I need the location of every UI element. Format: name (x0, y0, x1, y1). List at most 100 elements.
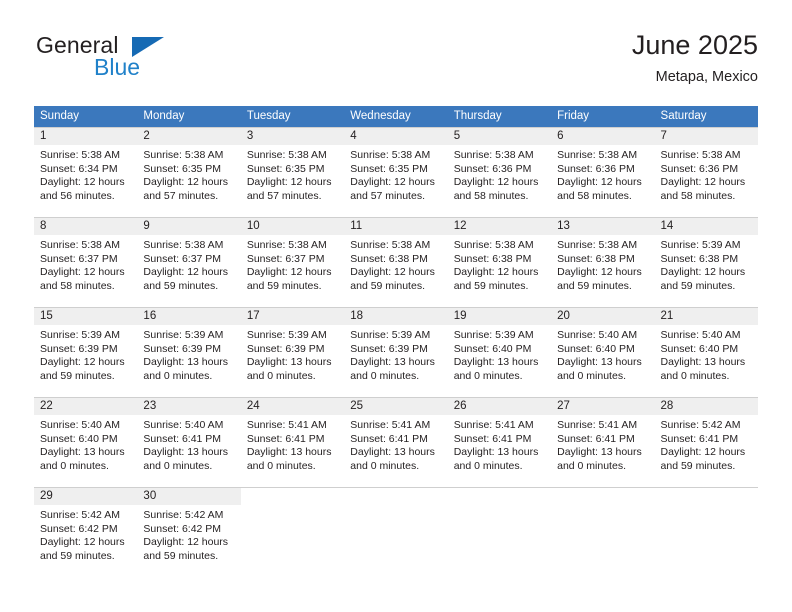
day-cell[interactable]: 28 Sunrise: 5:42 AM Sunset: 6:41 PM Dayligh… (654, 398, 758, 480)
daylight-text-line2: and 56 minutes. (40, 189, 115, 202)
sunrise-text: Sunrise: 5:38 AM (246, 239, 327, 251)
day-cell[interactable]: 4 Sunrise: 5:38 AM Sunset: 6:35 PM Daylight… (344, 128, 448, 210)
sunrise-text: Sunrise: 5:41 AM (557, 419, 638, 431)
day-number: 29 (34, 488, 138, 505)
daylight-text-line2: and 0 minutes. (557, 459, 626, 472)
day-cell[interactable]: 17 Sunrise: 5:39 AM Sunset: 6:39 PM Dayligh… (240, 308, 345, 390)
sunrise-text: Sunrise: 5:38 AM (557, 149, 638, 161)
day-cell[interactable]: 6 Sunrise: 5:38 AM Sunset: 6:36 PM Daylight… (551, 128, 655, 210)
weekday-header-wednesday: Wednesday (350, 110, 411, 122)
day-cell[interactable]: 11 Sunrise: 5:38 AM Sunset: 6:38 PM Dayligh… (344, 218, 448, 300)
day-cell[interactable]: 2 Sunrise: 5:38 AM Sunset: 6:35 PM Daylight… (137, 128, 241, 210)
day-details: Sunrise: 5:42 AM Sunset: 6:42 PM Daylight:… (137, 505, 240, 563)
day-details (551, 505, 654, 509)
day-cell[interactable]: 20 Sunrise: 5:40 AM Sunset: 6:40 PM Dayligh… (551, 308, 655, 390)
day-details: Sunrise: 5:38 AM Sunset: 6:37 PM Daylight:… (137, 235, 240, 293)
sunrise-text: Sunrise: 5:38 AM (660, 149, 741, 161)
day-cell[interactable]: 9 Sunrise: 5:38 AM Sunset: 6:37 PM Daylight… (137, 218, 241, 300)
day-cell[interactable]: 15 Sunrise: 5:39 AM Sunset: 6:39 PM Dayligh… (34, 308, 138, 390)
day-cell[interactable]: 14 Sunrise: 5:39 AM Sunset: 6:38 PM Dayligh… (654, 218, 758, 300)
day-number: 12 (447, 218, 552, 235)
day-details: Sunrise: 5:38 AM Sunset: 6:36 PM Daylight:… (448, 145, 551, 203)
day-cell[interactable]: 27 Sunrise: 5:41 AM Sunset: 6:41 PM Dayligh… (551, 398, 655, 480)
day-cell[interactable]: 26 Sunrise: 5:41 AM Sunset: 6:41 PM Dayligh… (447, 398, 552, 480)
day-details: Sunrise: 5:42 AM Sunset: 6:41 PM Daylight:… (655, 415, 758, 473)
calendar-body: 1 Sunrise: 5:38 AM Sunset: 6:34 PM Daylight… (34, 127, 758, 570)
day-number: 8 (34, 218, 138, 235)
day-details: Sunrise: 5:39 AM Sunset: 6:38 PM Daylight:… (655, 235, 758, 293)
day-details: Sunrise: 5:41 AM Sunset: 6:41 PM Daylight:… (448, 415, 551, 473)
day-cell[interactable]: 18 Sunrise: 5:39 AM Sunset: 6:39 PM Dayligh… (344, 308, 448, 390)
day-number: 13 (551, 218, 655, 235)
day-cell[interactable]: 22 Sunrise: 5:40 AM Sunset: 6:40 PM Dayligh… (34, 398, 138, 480)
weekday-header-thursday: Thursday (453, 110, 502, 122)
sunrise-text: Sunrise: 5:39 AM (350, 329, 431, 341)
day-cell[interactable]: 24 Sunrise: 5:41 AM Sunset: 6:41 PM Dayligh… (240, 398, 345, 480)
day-cell[interactable]: 8 Sunrise: 5:38 AM Sunset: 6:37 PM Daylight… (34, 218, 138, 300)
day-cell[interactable]: 30 Sunrise: 5:42 AM Sunset: 6:42 PM Dayligh… (137, 488, 241, 570)
day-cell[interactable]: 29 Sunrise: 5:42 AM Sunset: 6:42 PM Dayligh… (34, 488, 138, 570)
daylight-text-line2: and 59 minutes. (246, 279, 322, 292)
day-details: Sunrise: 5:42 AM Sunset: 6:42 PM Daylight:… (34, 505, 137, 563)
daylight-text-line1: Daylight: 12 hours (350, 176, 435, 189)
day-details (655, 505, 758, 509)
daylight-text-line1: Daylight: 12 hours (453, 266, 539, 279)
day-cell[interactable]: 3 Sunrise: 5:38 AM Sunset: 6:35 PM Daylight… (240, 128, 345, 210)
daylight-text-line2: and 59 minutes. (143, 549, 219, 562)
daylight-text-line1: Daylight: 12 hours (660, 266, 746, 279)
day-number: 4 (344, 128, 448, 145)
day-number: 10 (240, 218, 345, 235)
day-cell[interactable]: 7 Sunrise: 5:38 AM Sunset: 6:36 PM Daylight… (654, 128, 758, 210)
day-cell[interactable]: 21 Sunrise: 5:40 AM Sunset: 6:40 PM Dayligh… (654, 308, 758, 390)
day-cell[interactable]: 12 Sunrise: 5:38 AM Sunset: 6:38 PM Dayligh… (447, 218, 552, 300)
sunrise-text: Sunrise: 5:38 AM (143, 149, 224, 161)
day-cell[interactable]: 5 Sunrise: 5:38 AM Sunset: 6:36 PM Daylight… (447, 128, 552, 210)
daylight-text-line1: Daylight: 13 hours (453, 356, 539, 369)
day-cell[interactable]: 10 Sunrise: 5:38 AM Sunset: 6:37 PM Dayligh… (240, 218, 345, 300)
sunset-text: Sunset: 6:40 PM (453, 342, 532, 355)
week-row: 22 Sunrise: 5:40 AM Sunset: 6:40 PM Dayligh… (34, 397, 758, 480)
sunset-text: Sunset: 6:40 PM (557, 342, 635, 355)
daylight-text-line1: Daylight: 13 hours (40, 446, 125, 459)
daylight-text-line2: and 0 minutes. (660, 369, 730, 382)
day-number (344, 488, 448, 505)
day-number: 17 (240, 308, 345, 325)
daylight-text-line2: and 59 minutes. (453, 279, 529, 292)
sunrise-text: Sunrise: 5:39 AM (246, 329, 327, 341)
title-block: June 2025 Metapa, Mexico (632, 28, 758, 87)
day-number: 18 (344, 308, 448, 325)
daylight-text-line1: Daylight: 12 hours (143, 266, 229, 279)
day-details: Sunrise: 5:38 AM Sunset: 6:38 PM Daylight:… (448, 235, 551, 293)
day-cell-empty (447, 488, 552, 570)
day-number (447, 488, 552, 505)
daylight-text-line1: Daylight: 12 hours (40, 356, 125, 369)
daylight-text-line1: Daylight: 12 hours (40, 176, 125, 189)
day-details: Sunrise: 5:38 AM Sunset: 6:37 PM Daylight:… (34, 235, 137, 293)
day-details: Sunrise: 5:40 AM Sunset: 6:40 PM Daylight:… (655, 325, 758, 383)
day-cell[interactable]: 23 Sunrise: 5:40 AM Sunset: 6:41 PM Dayligh… (137, 398, 241, 480)
sunrise-text: Sunrise: 5:41 AM (246, 419, 327, 431)
day-number: 5 (447, 128, 552, 145)
daylight-text-line2: and 0 minutes. (246, 459, 316, 472)
day-details: Sunrise: 5:38 AM Sunset: 6:35 PM Daylight:… (241, 145, 344, 203)
sunset-text: Sunset: 6:38 PM (453, 252, 532, 265)
daylight-text-line2: and 59 minutes. (660, 459, 736, 472)
sunrise-text: Sunrise: 5:40 AM (660, 329, 741, 341)
day-cell[interactable]: 16 Sunrise: 5:39 AM Sunset: 6:39 PM Dayligh… (137, 308, 241, 390)
day-cell[interactable]: 13 Sunrise: 5:38 AM Sunset: 6:38 PM Dayligh… (551, 218, 655, 300)
day-cell[interactable]: 25 Sunrise: 5:41 AM Sunset: 6:41 PM Dayligh… (344, 398, 448, 480)
calendar-page: General Blue June 2025 Metapa, Mexico Su… (0, 0, 792, 612)
sunset-text: Sunset: 6:41 PM (453, 432, 532, 445)
day-cell[interactable]: 1 Sunrise: 5:38 AM Sunset: 6:34 PM Daylight… (34, 128, 138, 210)
page-subtitle: Metapa, Mexico (655, 69, 758, 85)
sunset-text: Sunset: 6:35 PM (350, 162, 428, 175)
sunset-text: Sunset: 6:40 PM (40, 432, 118, 445)
weekday-header-row: Sunday Monday Tuesday Wednesday Thursday Frid… (34, 106, 758, 127)
day-number: 9 (137, 218, 241, 235)
weekday-header-friday: Friday (557, 110, 590, 122)
general-blue-logo[interactable]: General Blue (34, 32, 254, 90)
daylight-text-line2: and 0 minutes. (557, 369, 626, 382)
sunrise-text: Sunrise: 5:38 AM (453, 149, 534, 161)
day-cell[interactable]: 19 Sunrise: 5:39 AM Sunset: 6:40 PM Dayligh… (447, 308, 552, 390)
sunset-text: Sunset: 6:36 PM (453, 162, 532, 175)
